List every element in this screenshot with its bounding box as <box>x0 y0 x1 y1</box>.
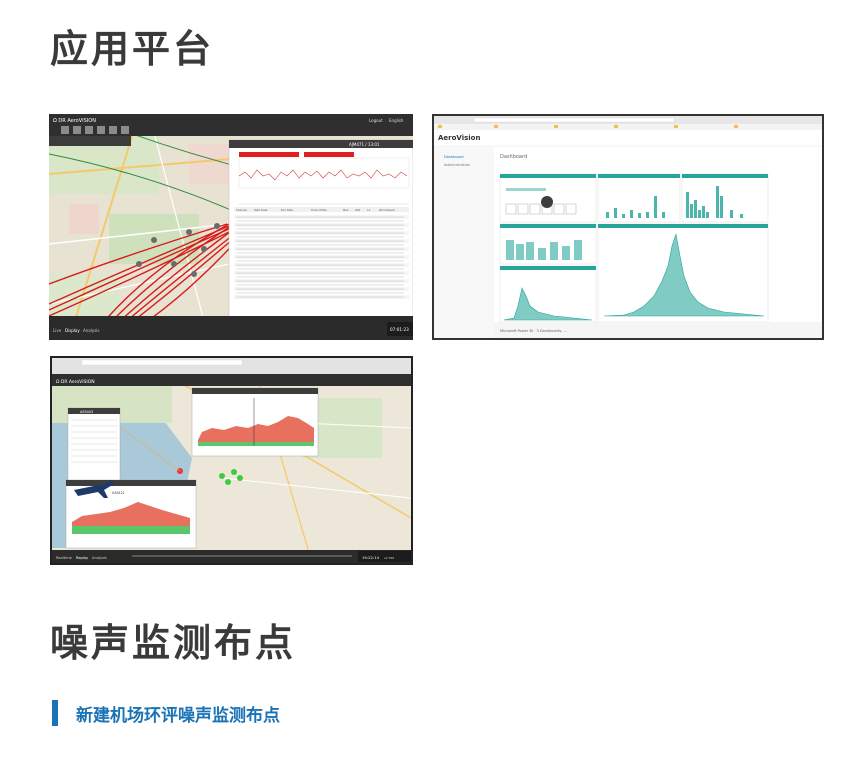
subheading-text: 新建机场环评噪声监测布点 <box>76 705 280 726</box>
section-title-noise-monitoring: 噪声监测布点 <box>50 621 297 665</box>
brand-label-3: Ω DR AeroVISION <box>56 379 95 385</box>
platform-screenshot-dashboard: AeroVision Dashboard Administration Dash… <box>432 114 824 340</box>
lang-label-1: English <box>389 118 404 123</box>
speed-label-3: x2 TIM <box>384 556 394 560</box>
th-wind: Wind Speed <box>379 208 395 212</box>
th-leq: LEQ <box>355 208 360 212</box>
popup-title-3: AS5403 <box>80 410 93 414</box>
tab-realtime-3: Realtime <box>56 556 73 560</box>
section-title-platform: 应用平台 <box>50 27 215 71</box>
th-channel: Channel <box>236 208 247 212</box>
brand-label-1: Ω DR AeroVISION <box>53 118 96 124</box>
th-l1: L1 <box>367 208 370 212</box>
platform-screenshot-map-tracks: Ω DR AeroVISION Logout English AJM471 / … <box>49 114 413 340</box>
time-label-3: 19:22:14 <box>362 555 380 560</box>
th-max-time: Time of Max <box>311 208 327 212</box>
tab-replay-3: Replay <box>76 556 89 560</box>
flight-label-3: UA5421 <box>112 491 125 495</box>
sidebar-dashboard: Dashboard <box>444 155 464 159</box>
brand-label-2: AeroVision <box>438 134 480 142</box>
logout-label-1: Logout <box>369 118 383 123</box>
panel-id-label: AJM471 / 13:01 <box>349 142 380 147</box>
tab-live-1: Live <box>53 328 62 333</box>
th-max: Max <box>343 208 349 212</box>
time-label-1: 07:01:23 <box>390 327 409 332</box>
dashboard-title: Dashboard <box>500 154 527 160</box>
tab-analysis-3: Analysis <box>92 556 107 560</box>
tab-analysis-1: Analysis <box>83 328 99 333</box>
platform-screenshot-replay: Ω DR AeroVISION AS5403 UA5421 Realtime R… <box>50 356 413 565</box>
subheading-accent-bar <box>52 700 58 726</box>
th-start: Start Date <box>254 208 268 212</box>
subheading-row: 新建机场环评噪声监测布点 <box>52 699 280 727</box>
th-end: End Date <box>281 208 293 212</box>
sidebar-admin: Administration <box>444 163 470 167</box>
tab-display-1: Display <box>65 328 80 333</box>
dashboard-footer: Microsoft Power BI · 3 Dashboards, ... <box>500 329 567 333</box>
